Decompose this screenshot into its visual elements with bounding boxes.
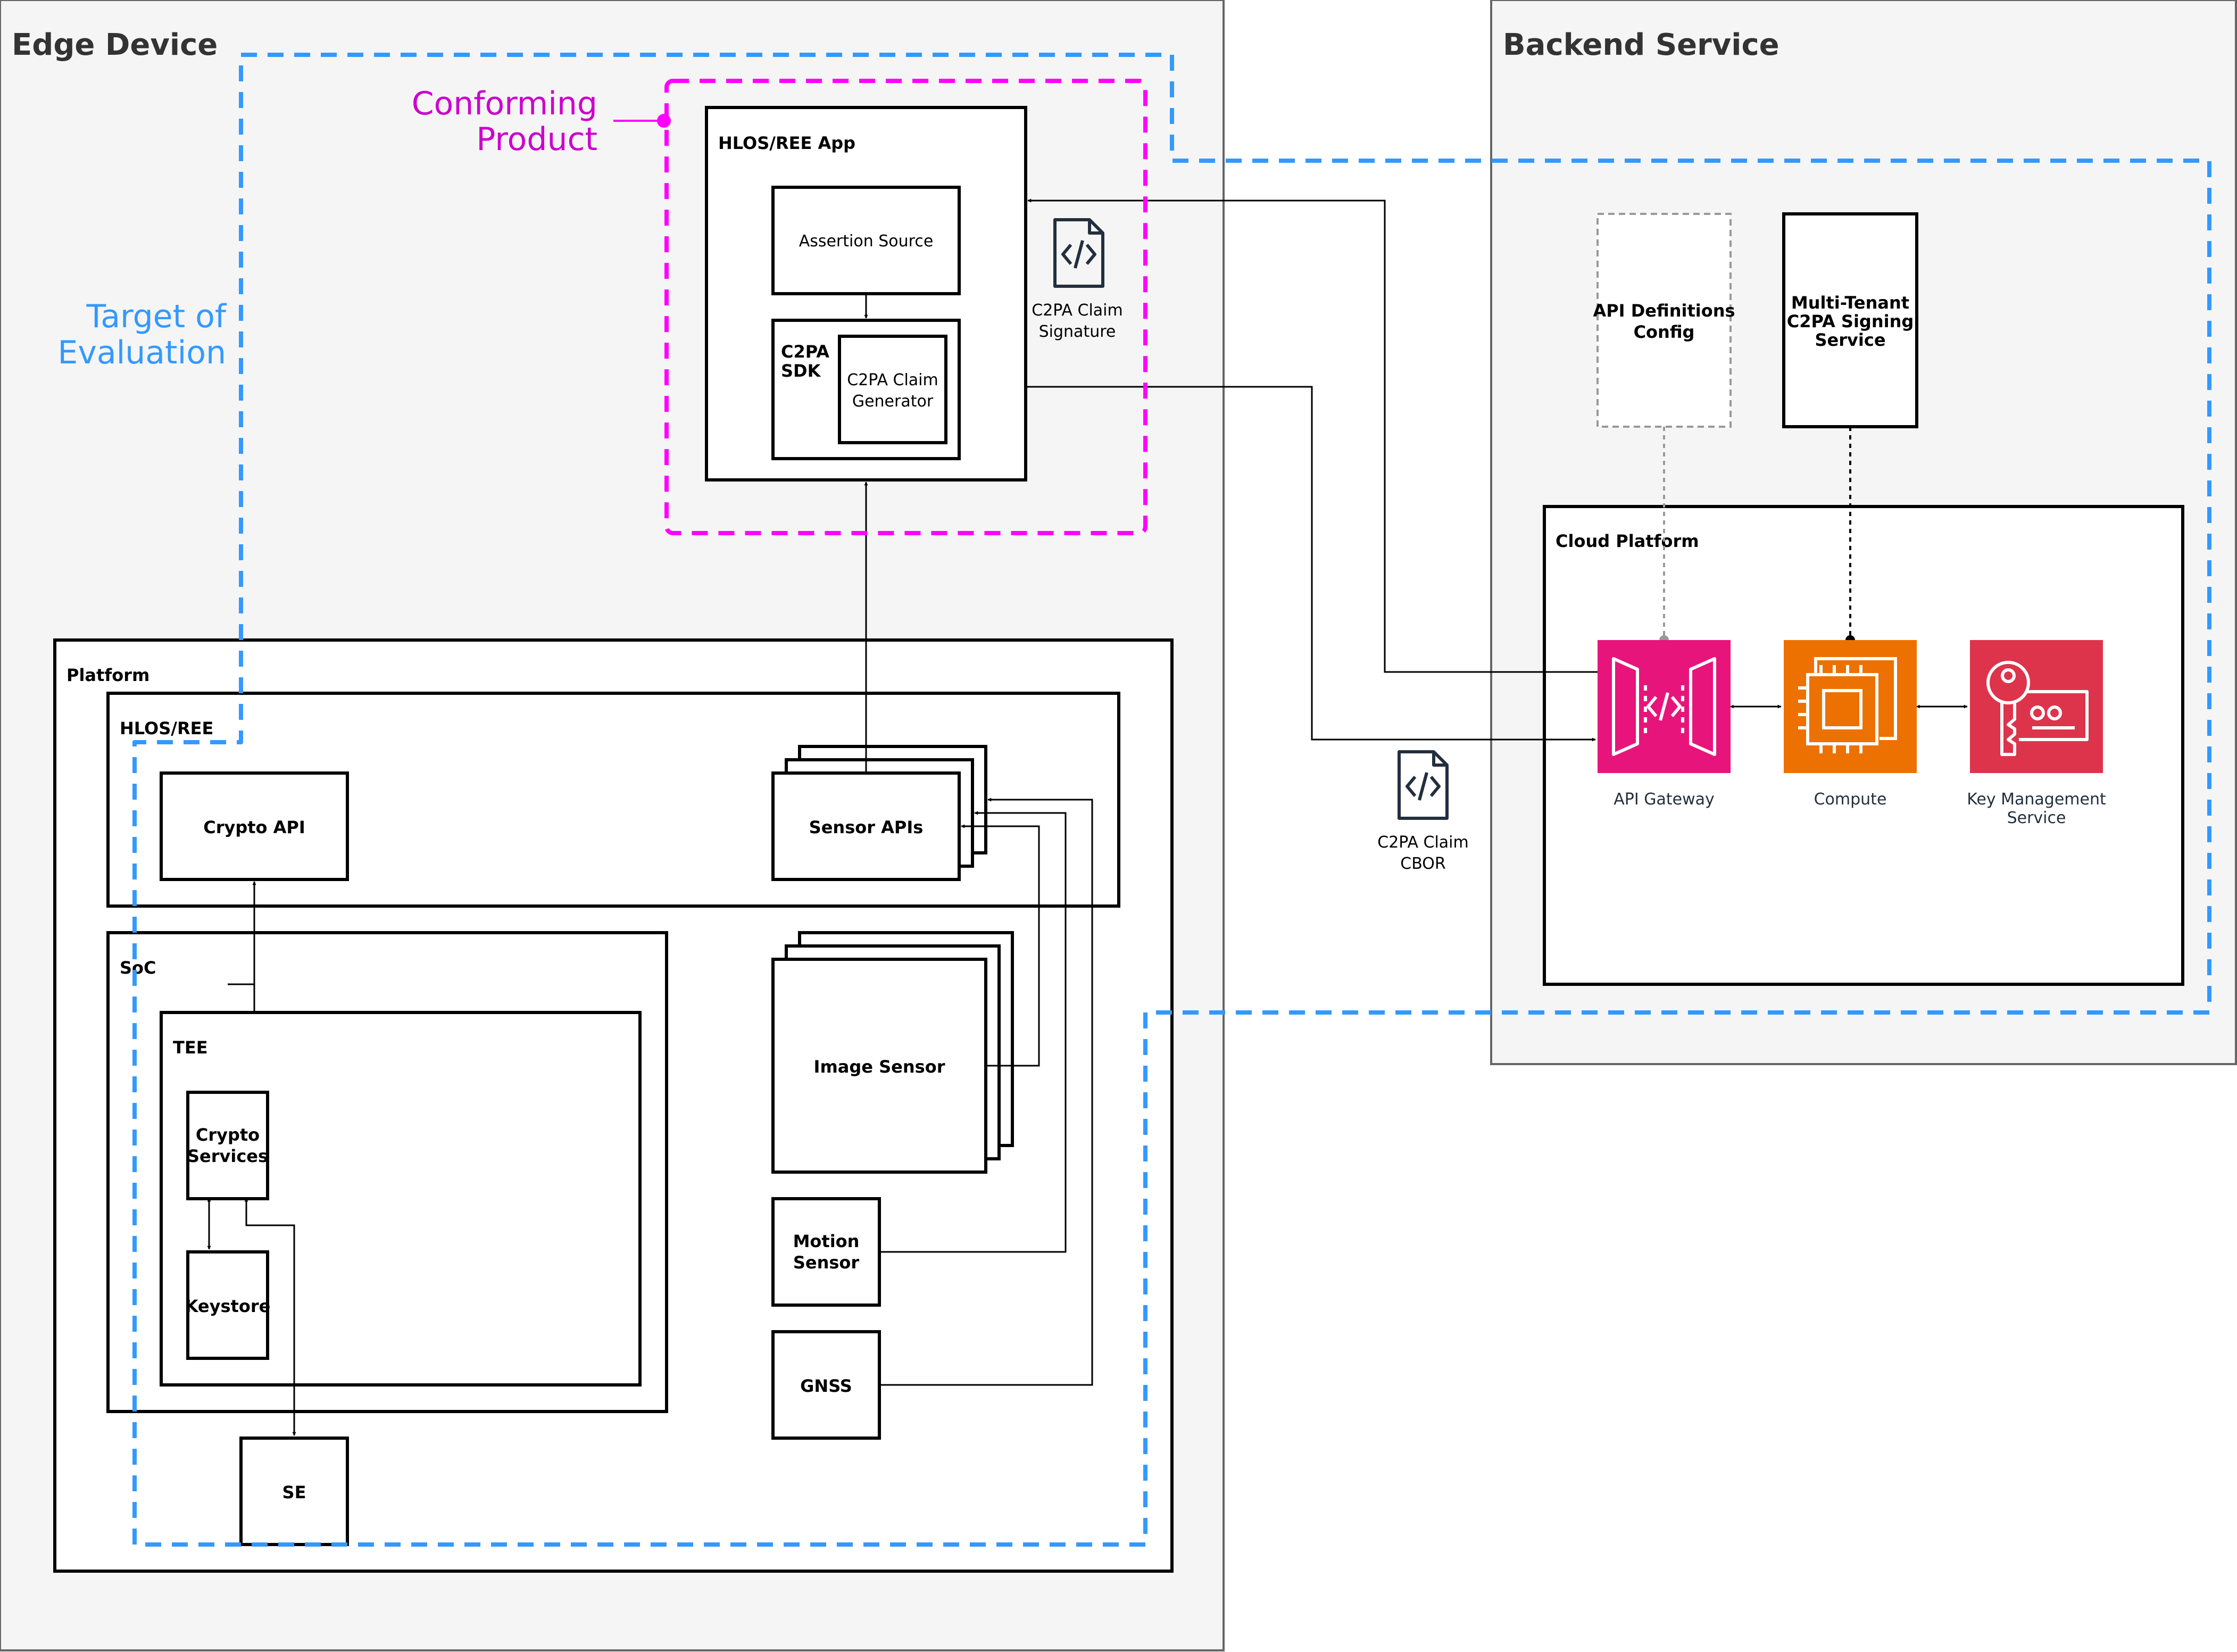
- signing-service-label-2: C2PA Signing: [1787, 311, 1914, 331]
- api-definitions-label-1: API Definitions: [1593, 301, 1735, 321]
- motion-sensor-box: [771, 1197, 881, 1307]
- target-of-evaluation-label-2: Evaluation: [57, 334, 226, 371]
- image-sensor-label: Image Sensor: [814, 1057, 945, 1077]
- c2pa-sdk-label-2: SDK: [781, 361, 821, 381]
- conforming-product-label-1: Conforming: [412, 85, 597, 122]
- c2pa-sdk-label-1: C2PA: [781, 342, 829, 362]
- conforming-product-label-2: Product: [476, 121, 597, 158]
- hlos-app-label: HLOS/REE App: [718, 133, 855, 153]
- signing-service-label-3: Service: [1815, 330, 1885, 350]
- cloud-platform-label: Cloud Platform: [1556, 531, 1699, 551]
- claim-signature-label-2: Signature: [1039, 322, 1116, 341]
- target-of-evaluation-label-1: Target of: [86, 298, 227, 335]
- claim-signature-label-1: C2PA Claim: [1032, 301, 1123, 320]
- edge-device-title: Edge Device: [12, 28, 218, 62]
- api-gateway-node: [1598, 640, 1731, 773]
- claim-cbor-label-2: CBOR: [1400, 854, 1445, 873]
- kms-node: [1970, 640, 2103, 773]
- soc-label: SoC: [120, 958, 156, 978]
- signing-service-label-1: Multi-Tenant: [1791, 293, 1909, 313]
- claim-cbor-label-1: C2PA Claim: [1377, 833, 1469, 852]
- sensor-apis-label: Sensor APIs: [809, 817, 924, 837]
- motion-sensor-label-2: Sensor: [793, 1252, 860, 1273]
- compute-node: [1784, 640, 1917, 773]
- compute-label: Compute: [1814, 790, 1887, 809]
- platform-label: Platform: [66, 665, 149, 685]
- claim-generator-label-2: Generator: [852, 392, 934, 411]
- claim-generator-box: [838, 335, 947, 444]
- architecture-diagram: Edge Device Backend Service Cloud Platfo…: [0, 0, 2237, 1651]
- kms-label-1: Key Management: [1967, 790, 2106, 809]
- gnss-label: GNSS: [800, 1376, 852, 1396]
- tee-label: TEE: [173, 1037, 208, 1058]
- api-gateway-label: API Gateway: [1614, 790, 1715, 809]
- assertion-source-label: Assertion Source: [799, 232, 934, 251]
- kms-label-2: Service: [2007, 809, 2066, 827]
- crypto-api-label: Crypto API: [203, 817, 305, 837]
- keystore-label: Keystore: [185, 1296, 271, 1316]
- conforming-product-pointer-dot: [657, 114, 671, 128]
- code-file-icon: [1398, 750, 1449, 820]
- crypto-services-box: [186, 1091, 269, 1200]
- crypto-services-label-1: Crypto: [196, 1125, 260, 1145]
- claim-generator-label-1: C2PA Claim: [847, 371, 938, 389]
- se-label: SE: [282, 1482, 306, 1502]
- motion-sensor-label-1: Motion: [793, 1231, 860, 1251]
- backend-service-title: Backend Service: [1503, 28, 1779, 62]
- hlos-ree-label: HLOS/REE: [120, 718, 213, 738]
- api-definitions-label-2: Config: [1634, 322, 1695, 342]
- crypto-services-label-2: Services: [187, 1146, 268, 1166]
